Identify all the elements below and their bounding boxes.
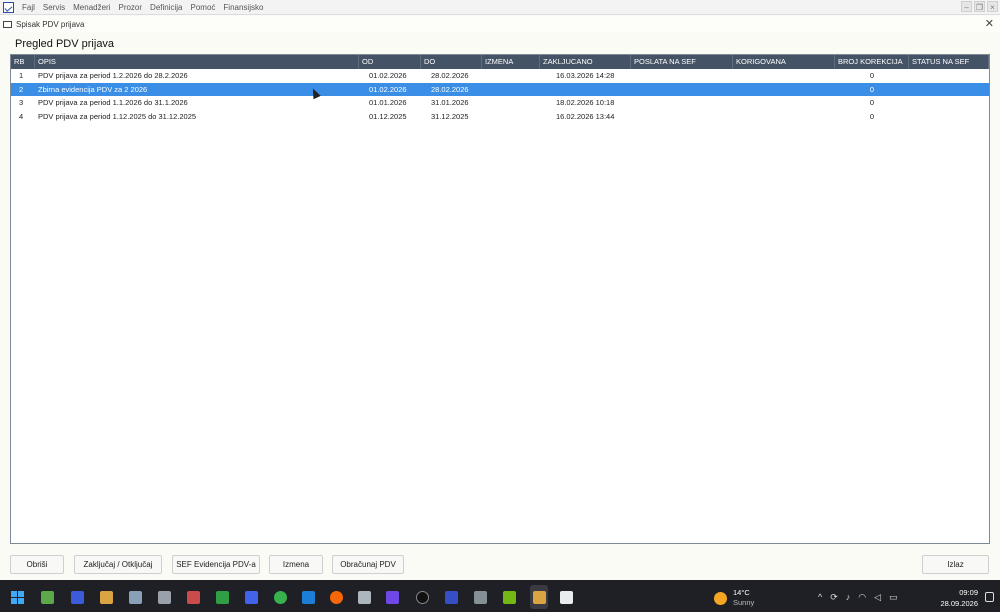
notification-icon[interactable] <box>985 592 994 602</box>
table-header: RB OPIS OD DO IZMENA ZAKLJUCANO POSLATA … <box>11 55 989 69</box>
cell-od: 01.01.2026 <box>369 98 407 108</box>
weather-temp: 14°C <box>733 588 750 597</box>
obrisi-button[interactable]: Obriši <box>10 555 64 574</box>
window-icon <box>3 20 12 28</box>
window-controls: – ❐ × <box>961 1 998 12</box>
app-icon-yellow[interactable] <box>100 591 113 604</box>
menu-servis[interactable]: Servis <box>39 0 69 15</box>
cell-do: 31.01.2026 <box>431 98 469 108</box>
cell-zakljucano: 18.02.2026 10:18 <box>556 98 615 108</box>
cell-opis: PDV prijava za period 1.2.2026 do 28.2.2… <box>38 71 188 81</box>
sef-evidencija-button[interactable]: SEF Evidencija PDV-a <box>172 555 260 574</box>
table-row[interactable]: 4 PDV prijava za period 1.12.2025 do 31.… <box>11 110 989 124</box>
cell-broj-korekcija: 0 <box>869 111 875 121</box>
table-row[interactable]: 3 PDV prijava za period 1.1.2026 do 31.1… <box>11 96 989 110</box>
cell-zakljucano: 16.02.2026 13:44 <box>556 111 615 121</box>
app-icon <box>3 1 14 13</box>
bottom-button-bar: Obriši Zaključaj / Otključaj SEF Evidenc… <box>0 550 1000 578</box>
database-icon[interactable] <box>129 591 142 604</box>
chevron-up-icon[interactable]: ^ <box>818 592 822 603</box>
cell-broj-korekcija: 0 <box>869 98 875 108</box>
tools-icon[interactable] <box>358 591 371 604</box>
column-header-poslata[interactable]: POSLATA NA SEF <box>631 55 733 69</box>
app-icon-window[interactable] <box>560 591 573 604</box>
zakljucaj-button[interactable]: Zaključaj / Otključaj <box>74 555 162 574</box>
document-close-icon[interactable]: ✕ <box>985 16 994 32</box>
weather-widget[interactable]: 14°C Sunny <box>714 588 754 608</box>
cell-do: 28.02.2026 <box>431 84 469 94</box>
weather-desc: Sunny <box>733 598 755 607</box>
clock-time: 09:09 <box>959 588 978 597</box>
minimize-icon[interactable]: – <box>961 1 972 12</box>
teams-icon[interactable] <box>386 591 399 604</box>
close-icon[interactable]: × <box>987 1 998 12</box>
volume-icon[interactable]: ◁ <box>874 592 881 603</box>
pdv-table: RB OPIS OD DO IZMENA ZAKLJUCANO POSLATA … <box>10 54 990 544</box>
firefox-icon[interactable] <box>330 591 343 604</box>
column-header-opis[interactable]: OPIS <box>35 55 359 69</box>
section-title: Pregled PDV prijava <box>15 38 115 50</box>
app-icon-green[interactable] <box>41 591 54 604</box>
table-row-selected[interactable]: 2 Zbirna evidencija PDV za 2 2026 01.02.… <box>11 82 989 96</box>
cell-rb: 2 <box>19 84 24 94</box>
document-title-bar: Spisak PDV prijava ✕ <box>0 16 1000 32</box>
izmena-button[interactable]: Izmena <box>269 555 323 574</box>
cell-od: 01.02.2026 <box>369 84 407 94</box>
cell-opis: PDV prijava za period 1.1.2026 do 31.1.2… <box>38 98 188 108</box>
cell-do: 31.12.2025 <box>431 111 469 121</box>
app-icon-phone[interactable] <box>474 591 487 604</box>
cell-opis: PDV prijava za period 1.12.2025 do 31.12… <box>38 111 197 121</box>
obracunaj-pdv-button[interactable]: Obračunaj PDV <box>332 555 404 574</box>
cell-rb: 3 <box>19 98 24 108</box>
cell-rb: 1 <box>19 71 24 81</box>
cell-broj-korekcija: 0 <box>869 71 875 81</box>
clock[interactable]: 09:09 28.09.2026 <box>940 587 978 609</box>
wifi-icon[interactable]: ◠ <box>858 592 866 603</box>
clock-date: 28.09.2026 <box>940 599 978 608</box>
column-header-izmena[interactable]: IZMENA <box>482 55 540 69</box>
column-header-zakljucano[interactable]: ZAKLJUCANO <box>540 55 631 69</box>
izlaz-button[interactable]: Izlaz <box>922 555 989 574</box>
cell-rb: 4 <box>19 111 24 121</box>
save-app-icon[interactable] <box>71 591 84 604</box>
menu-bar: Fajl Servis Menadžeri Prozor Definicija … <box>0 0 1000 15</box>
menu-pomoc[interactable]: Pomoć <box>187 0 220 15</box>
app-icon-person[interactable] <box>503 591 516 604</box>
sun-icon <box>714 591 727 605</box>
restore-icon[interactable]: ❐ <box>974 1 985 12</box>
cell-od: 01.12.2025 <box>369 111 407 121</box>
cell-od: 01.02.2026 <box>369 71 407 81</box>
system-tray: ^ ⟳ ♪ ◠ ◁ ▭ <box>818 592 898 603</box>
app-icon-blue[interactable] <box>245 591 258 604</box>
column-header-status-sef[interactable]: STATUS NA SEF <box>909 55 989 69</box>
document-title: Spisak PDV prijava <box>16 19 85 29</box>
app-icon-round[interactable] <box>416 591 429 604</box>
column-header-korigovana[interactable]: KORIGOVANA <box>733 55 835 69</box>
column-header-od[interactable]: OD <box>359 55 421 69</box>
sync-icon[interactable]: ⟳ <box>830 592 838 603</box>
app-icon-gray[interactable] <box>158 591 171 604</box>
spreadsheet-icon[interactable] <box>216 591 229 604</box>
menu-fajl[interactable]: Fajl <box>18 0 39 15</box>
menu-finansijsko[interactable]: Finansijsko <box>219 0 267 15</box>
app-icon-red[interactable] <box>187 591 200 604</box>
column-header-rb[interactable]: RB <box>11 55 35 69</box>
cell-zakljucano: 16.03.2026 14:28 <box>556 71 615 81</box>
microphone-icon[interactable]: ♪ <box>846 592 851 603</box>
cell-broj-korekcija: 0 <box>869 84 875 94</box>
app-icon-chart[interactable] <box>302 591 315 604</box>
battery-icon[interactable]: ▭ <box>889 592 898 603</box>
app-icon-doc[interactable] <box>445 591 458 604</box>
menu-definicija[interactable]: Definicija <box>146 0 186 15</box>
windows-start-icon[interactable] <box>11 591 24 604</box>
table-row[interactable]: 1 PDV prijava za period 1.2.2026 do 28.2… <box>11 69 989 83</box>
cell-do: 28.02.2026 <box>431 71 469 81</box>
column-header-broj-korekcija[interactable]: BROJ KOREKCIJA <box>835 55 909 69</box>
chat-icon[interactable] <box>274 591 287 604</box>
menu-prozor[interactable]: Prozor <box>114 0 146 15</box>
column-header-do[interactable]: DO <box>421 55 482 69</box>
active-app-icon[interactable] <box>533 591 546 604</box>
menu-menadzeri[interactable]: Menadžeri <box>69 0 114 15</box>
